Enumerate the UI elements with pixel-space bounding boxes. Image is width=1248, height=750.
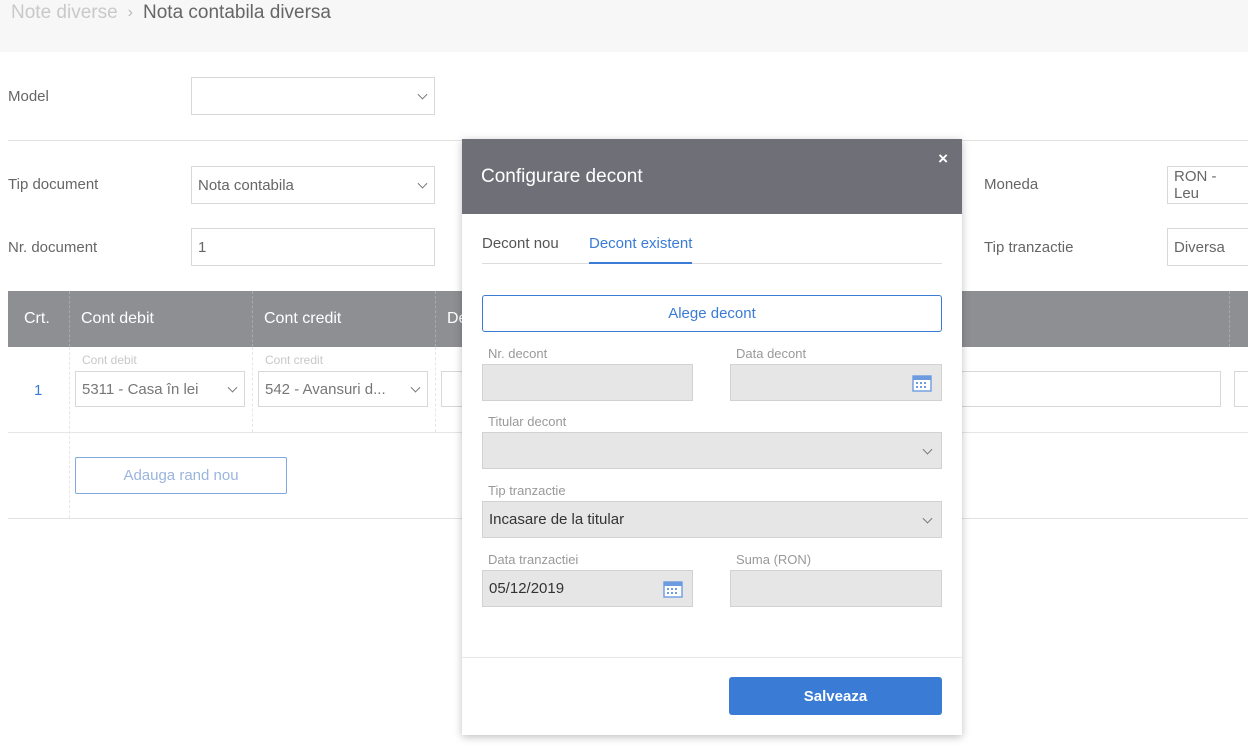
cont-debit-placeholder: Cont debit (82, 353, 137, 367)
suma-label: Suma (RON) (736, 552, 812, 567)
modal-footer-divider (462, 657, 962, 658)
breadcrumb-separator-icon: › (127, 4, 133, 21)
column-divider (435, 291, 436, 347)
close-icon[interactable]: × (938, 149, 948, 169)
calendar-icon[interactable] (912, 374, 932, 392)
row-number: 1 (34, 382, 43, 399)
modal-tip-tranzactie-value: Incasare de la titular (489, 511, 625, 528)
column-header-cont-credit: Cont credit (264, 310, 342, 327)
configurare-decont-modal: Configurare decont × Decont nou Decont e… (462, 139, 962, 735)
chevron-down-icon (227, 382, 238, 393)
tip-document-label: Tip document (8, 176, 99, 193)
chevron-down-icon (417, 89, 428, 100)
modal-tabs: Decont nou Decont existent (482, 235, 942, 264)
modal-header: Configurare decont × (462, 139, 962, 214)
nr-document-input[interactable]: 1 (191, 228, 435, 266)
column-header-crt: Crt. (24, 310, 50, 327)
save-button[interactable]: Salveaza (729, 677, 942, 715)
explicatie-input[interactable] (955, 371, 1221, 407)
cont-credit-placeholder: Cont credit (265, 353, 324, 367)
tip-tranzactie-select[interactable]: Diversa (1167, 228, 1248, 266)
tip-tranzactie-label: Tip tranzactie (984, 239, 1074, 256)
cont-credit-value: 542 - Avansuri d... (265, 380, 386, 398)
calendar-icon[interactable] (663, 580, 683, 598)
row-divider (435, 347, 436, 432)
suma-input[interactable] (730, 570, 942, 607)
tip-tranzactie-value: Diversa (1174, 238, 1225, 256)
add-row-button[interactable]: Adauga rand nou (75, 457, 287, 494)
chevron-down-icon (922, 444, 933, 455)
data-decont-input[interactable] (730, 364, 942, 401)
data-tranzactiei-value: 05/12/2019 (489, 580, 565, 597)
column-header-cont-debit: Cont debit (81, 310, 154, 327)
titular-decont-select[interactable] (482, 432, 942, 469)
moneda-label: Moneda (984, 176, 1039, 193)
nr-document-value: 1 (198, 238, 207, 256)
breadcrumb: Note diverse › Nota contabila diversa (11, 2, 331, 24)
titular-decont-label: Titular decont (488, 414, 567, 429)
column-divider (1229, 291, 1230, 347)
nr-decont-input[interactable] (482, 364, 693, 401)
chevron-down-icon (922, 513, 933, 524)
column-divider (252, 291, 253, 347)
data-decont-label: Data decont (736, 346, 807, 361)
nr-document-label: Nr. document (8, 239, 98, 256)
moneda-select[interactable]: RON - Leu (1167, 166, 1248, 204)
modal-title: Configurare decont (481, 166, 643, 187)
top-bar: Note diverse › Nota contabila diversa (0, 0, 1248, 52)
modal-tip-tranzactie-select[interactable]: Incasare de la titular (482, 501, 942, 538)
model-label: Model (8, 88, 49, 105)
chevron-down-icon (417, 178, 428, 189)
cont-debit-value: 5311 - Casa în lei (82, 380, 199, 398)
alege-decont-button[interactable]: Alege decont (482, 295, 942, 332)
model-select[interactable] (191, 77, 435, 115)
page-title: Nota contabila diversa (143, 2, 331, 23)
data-tranzactiei-label: Data tranzactiei (488, 552, 579, 567)
tab-decont-nou[interactable]: Decont nou (482, 235, 559, 264)
moneda-value: RON - Leu (1174, 168, 1217, 202)
chevron-down-icon (410, 382, 421, 393)
tip-document-select[interactable]: Nota contabila (191, 166, 435, 204)
nr-decont-label: Nr. decont (488, 346, 548, 361)
cont-debit-select[interactable]: 5311 - Casa în lei (75, 371, 245, 407)
cont-credit-select[interactable]: 542 - Avansuri d... (258, 371, 428, 407)
row-divider (252, 347, 253, 432)
tip-document-value: Nota contabila (198, 176, 294, 194)
tab-decont-existent[interactable]: Decont existent (589, 235, 693, 264)
breadcrumb-root-link[interactable]: Note diverse (11, 2, 118, 24)
extra-input[interactable] (1234, 371, 1248, 407)
modal-tip-tranzactie-label: Tip tranzactie (488, 483, 566, 498)
data-tranzactiei-input[interactable]: 05/12/2019 (482, 570, 693, 607)
column-divider (69, 291, 70, 347)
